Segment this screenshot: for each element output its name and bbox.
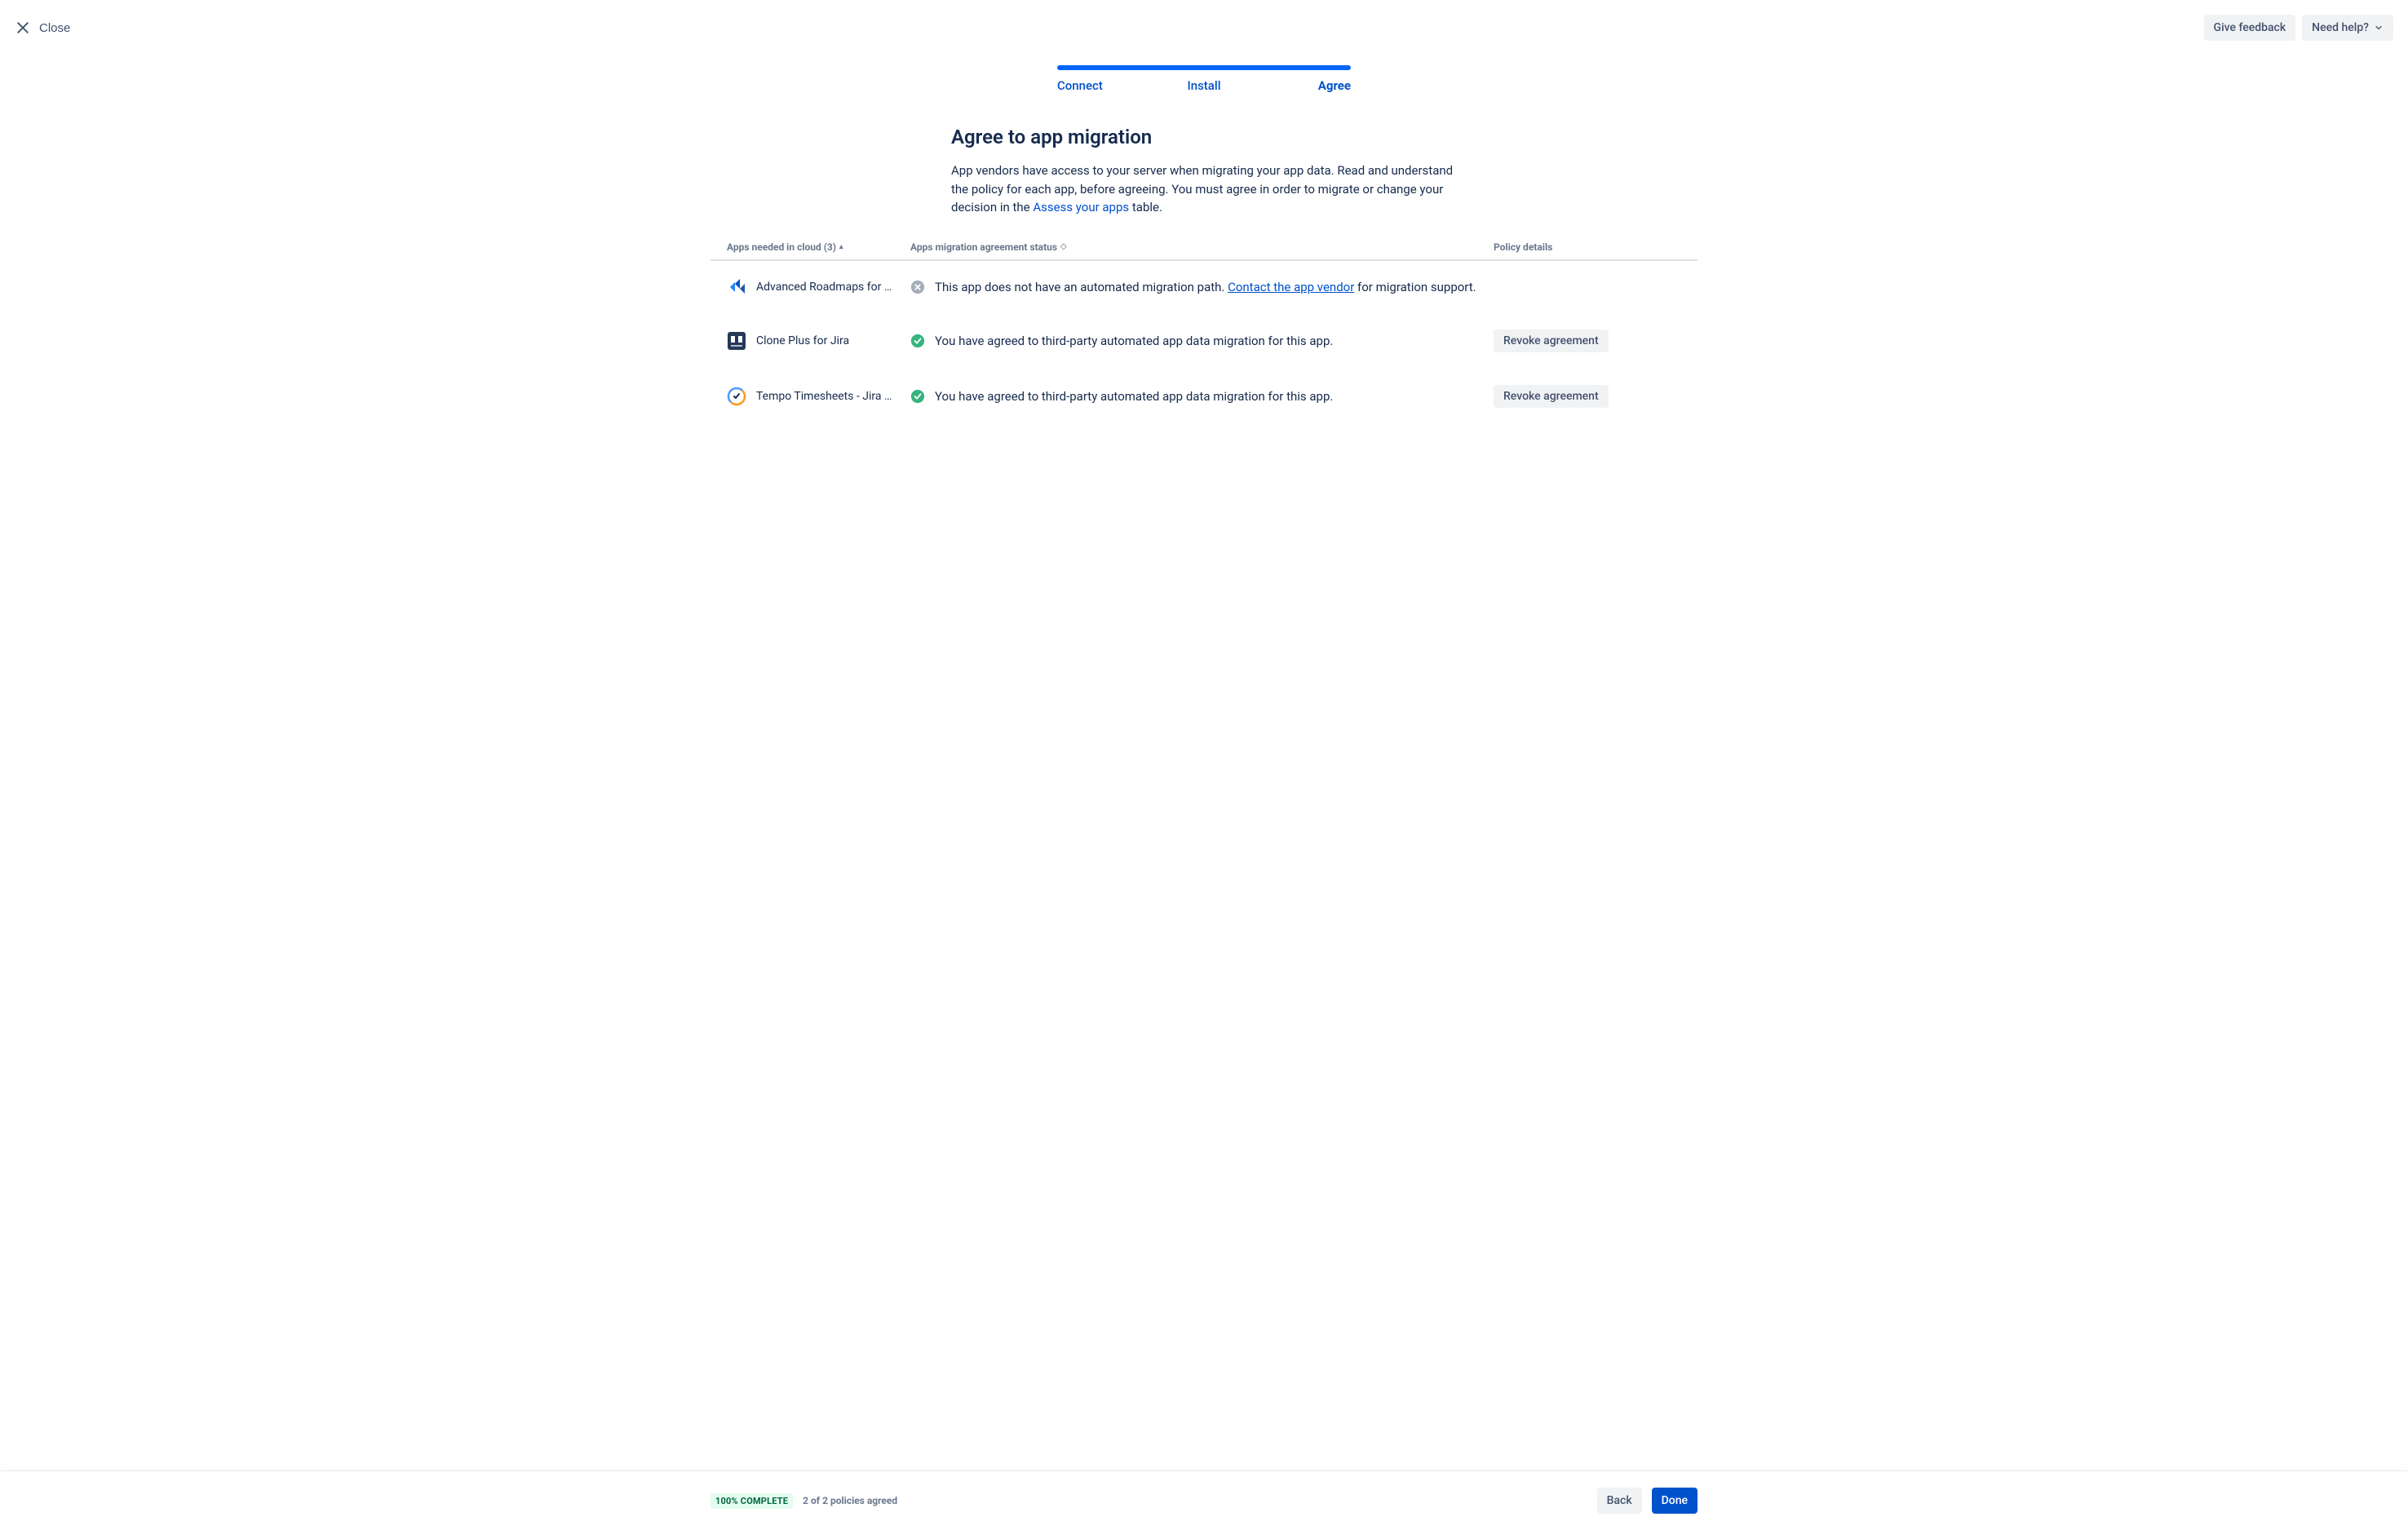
col-status-label: Apps migration agreement status xyxy=(910,241,1057,253)
app-cell: Clone Plus for Jira xyxy=(727,331,910,351)
status-cell: You have agreed to third-party automated… xyxy=(910,389,1494,404)
footer-left: 100% COMPLETE 2 of 2 policies agreed xyxy=(710,1493,897,1509)
cloneplus-icon xyxy=(727,331,746,351)
table-row: Tempo Timesheets - Jira … You have agree… xyxy=(710,369,1698,424)
status-agreed-icon xyxy=(910,334,925,348)
step-agree[interactable]: Agree xyxy=(1253,78,1351,93)
app-name: Tempo Timesheets - Jira … xyxy=(756,390,892,403)
step-install[interactable]: Install xyxy=(1155,78,1253,93)
footer-subtext: 2 of 2 policies agreed xyxy=(803,1495,897,1506)
table-row: Clone Plus for Jira You have agreed to t… xyxy=(710,313,1698,369)
footer-right: Back Done xyxy=(1597,1488,1698,1514)
stepper-bar xyxy=(1057,65,1351,70)
table-header: Apps needed in cloud (3) ▴ Apps migratio… xyxy=(710,241,1698,261)
app-cell: Advanced Roadmaps for … xyxy=(727,277,910,297)
app-name: Clone Plus for Jira xyxy=(756,334,849,347)
close-label: Close xyxy=(39,21,70,35)
back-button[interactable]: Back xyxy=(1597,1488,1642,1514)
contact-vendor-link[interactable]: Contact the app vendor xyxy=(1228,280,1354,294)
status-text: This app does not have an automated migr… xyxy=(935,280,1476,294)
stepper-labels: Connect Install Agree xyxy=(1057,78,1351,93)
top-actions: Give feedback Need help? xyxy=(2204,15,2393,41)
footer: 100% COMPLETE 2 of 2 policies agreed Bac… xyxy=(0,1470,2408,1530)
assess-apps-link[interactable]: Assess your apps xyxy=(1033,200,1129,214)
col-header-status[interactable]: Apps migration agreement status ◇ xyxy=(910,241,1494,253)
policy-cell: Revoke agreement xyxy=(1494,385,1681,408)
content-block: Agree to app migration App vendors have … xyxy=(951,126,1457,217)
table-row: Advanced Roadmaps for … This app does no… xyxy=(710,261,1698,313)
app-name: Advanced Roadmaps for … xyxy=(756,281,892,294)
status-text: You have agreed to third-party automated… xyxy=(935,334,1333,348)
sort-icon: ◇ xyxy=(1060,242,1067,251)
col-header-apps[interactable]: Apps needed in cloud (3) ▴ xyxy=(727,241,910,253)
revoke-agreement-button[interactable]: Revoke agreement xyxy=(1494,385,1609,408)
chevron-down-icon xyxy=(2374,23,2384,33)
footer-inner: 100% COMPLETE 2 of 2 policies agreed Bac… xyxy=(710,1488,1698,1514)
col-header-policy: Policy details xyxy=(1494,241,1681,253)
page-description: App vendors have access to your server w… xyxy=(951,161,1457,217)
done-button[interactable]: Done xyxy=(1652,1488,1698,1514)
stepper-fill xyxy=(1057,65,1351,70)
status-pre: This app does not have an automated migr… xyxy=(935,280,1228,294)
roadmaps-icon xyxy=(727,277,746,297)
need-help-label: Need help? xyxy=(2312,21,2369,34)
step-connect[interactable]: Connect xyxy=(1057,78,1155,93)
need-help-button[interactable]: Need help? xyxy=(2302,15,2393,41)
status-cell: This app does not have an automated migr… xyxy=(910,280,1494,294)
status-text: You have agreed to third-party automated… xyxy=(935,389,1333,404)
app-cell: Tempo Timesheets - Jira … xyxy=(727,387,910,406)
status-cell: You have agreed to third-party automated… xyxy=(910,334,1494,348)
main-content: Connect Install Agree Agree to app migra… xyxy=(0,49,2408,1470)
apps-table: Apps needed in cloud (3) ▴ Apps migratio… xyxy=(710,241,1698,424)
give-feedback-button[interactable]: Give feedback xyxy=(2204,15,2296,41)
topbar: Close Give feedback Need help? xyxy=(0,0,2408,49)
stepper: Connect Install Agree xyxy=(1057,65,1351,93)
status-none-icon xyxy=(910,280,925,294)
complete-badge: 100% COMPLETE xyxy=(710,1493,793,1509)
policy-cell: Revoke agreement xyxy=(1494,329,1681,352)
col-apps-label: Apps needed in cloud (3) xyxy=(727,241,836,253)
revoke-agreement-button[interactable]: Revoke agreement xyxy=(1494,329,1609,352)
sort-asc-icon: ▴ xyxy=(839,243,843,251)
tempo-icon xyxy=(727,387,746,406)
status-post: for migration support. xyxy=(1354,280,1476,294)
status-agreed-icon xyxy=(910,389,925,404)
desc-text-2: table. xyxy=(1129,200,1162,214)
page-title: Agree to app migration xyxy=(951,126,1457,148)
desc-text-1: App vendors have access to your server w… xyxy=(951,163,1453,214)
close-button[interactable]: Close xyxy=(15,20,70,36)
close-icon xyxy=(15,20,31,36)
